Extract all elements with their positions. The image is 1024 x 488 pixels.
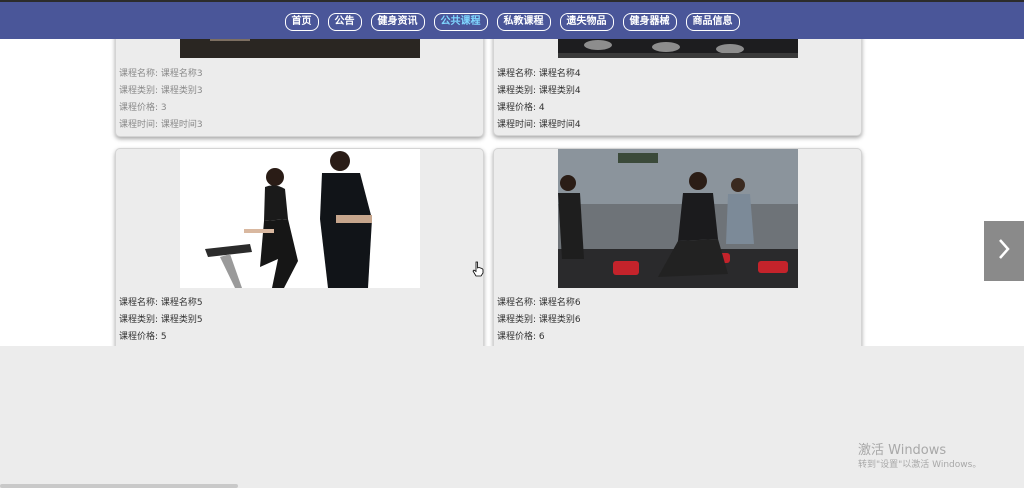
course-info: 课程名称: 课程名称6 课程类别: 课程类别6 课程价格: 6 [497,295,581,346]
name-label: 课程名称: [119,298,159,308]
name-label: 课程名称: [497,69,537,79]
watermark-subtitle: 转到"设置"以激活 Windows。 [858,460,982,470]
course-name: 课程名称6 [538,298,581,308]
price-label: 课程价格: [119,332,159,342]
nav-item-home[interactable]: 首页 [284,13,319,31]
top-nav: 首页 公告 健身资讯 公共课程 私教课程 遗失物品 健身器械 商品信息 [0,0,1024,39]
watermark-title: 激活 Windows [858,443,947,458]
chevron-right-icon [997,238,1011,264]
nav-item-announcements[interactable]: 公告 [327,13,362,31]
course-list: 课程名称: 课程名称3 课程类别: 课程类别3 课程价格: 3 课程时间: 课程… [101,0,905,346]
course-category: 课程类别5 [160,315,203,325]
nav-item-fitness-news[interactable]: 健身资讯 [370,13,425,31]
page-viewport: 课程名称: 课程名称3 课程类别: 课程类别3 课程价格: 3 课程时间: 课程… [0,0,1024,346]
course-category: 课程类别4 [538,86,581,96]
course-category: 课程类别3 [160,86,203,96]
course-info: 课程名称: 课程名称3 课程类别: 课程类别3 课程价格: 3 课程时间: 课程… [119,66,203,134]
time-label: 课程时间: [119,120,159,130]
nav-item-equipment[interactable]: 健身器械 [622,13,677,31]
course-price: 3 [160,103,167,113]
time-label: 课程时间: [497,120,537,130]
name-label: 课程名称: [497,298,537,308]
category-label: 课程类别: [497,315,537,325]
next-page-button[interactable] [984,221,1024,281]
hand-pointer-icon [472,261,484,281]
course-info: 课程名称: 课程名称4 课程类别: 课程类别4 课程价格: 4 课程时间: 课程… [497,66,581,134]
course-price: 5 [160,332,167,342]
course-image [558,149,798,288]
nav-item-private-courses[interactable]: 私教课程 [496,13,551,31]
course-price: 6 [538,332,545,342]
category-label: 课程类别: [497,86,537,96]
nav-menu: 首页 公告 健身资讯 公共课程 私教课程 遗失物品 健身器械 商品信息 [0,2,1024,31]
category-label: 课程类别: [119,315,159,325]
nav-item-lost-items[interactable]: 遗失物品 [559,13,614,31]
category-label: 课程类别: [119,86,159,96]
course-name: 课程名称4 [538,69,581,79]
course-category: 课程类别6 [538,315,581,325]
price-label: 课程价格: [497,103,537,113]
course-name: 课程名称3 [160,69,203,79]
nav-item-products[interactable]: 商品信息 [685,13,740,31]
nav-item-public-courses[interactable]: 公共课程 [433,13,488,31]
price-label: 课程价格: [119,103,159,113]
course-time: 课程时间4 [538,120,581,130]
course-card[interactable]: 课程名称: 课程名称5 课程类别: 课程类别5 课程价格: 5 [115,148,484,346]
course-card[interactable]: 课程名称: 课程名称6 课程类别: 课程类别6 课程价格: 6 [493,148,862,346]
price-label: 课程价格: [497,332,537,342]
course-name: 课程名称5 [160,298,203,308]
course-price: 4 [538,103,545,113]
name-label: 课程名称: [119,69,159,79]
course-time: 课程时间3 [160,120,203,130]
course-info: 课程名称: 课程名称5 课程类别: 课程类别5 课程价格: 5 [119,295,203,346]
horizontal-scrollbar[interactable] [0,484,238,488]
course-image [180,149,420,288]
windows-activation-watermark: 激活 Windows 转到"设置"以激活 Windows。 [858,443,981,472]
